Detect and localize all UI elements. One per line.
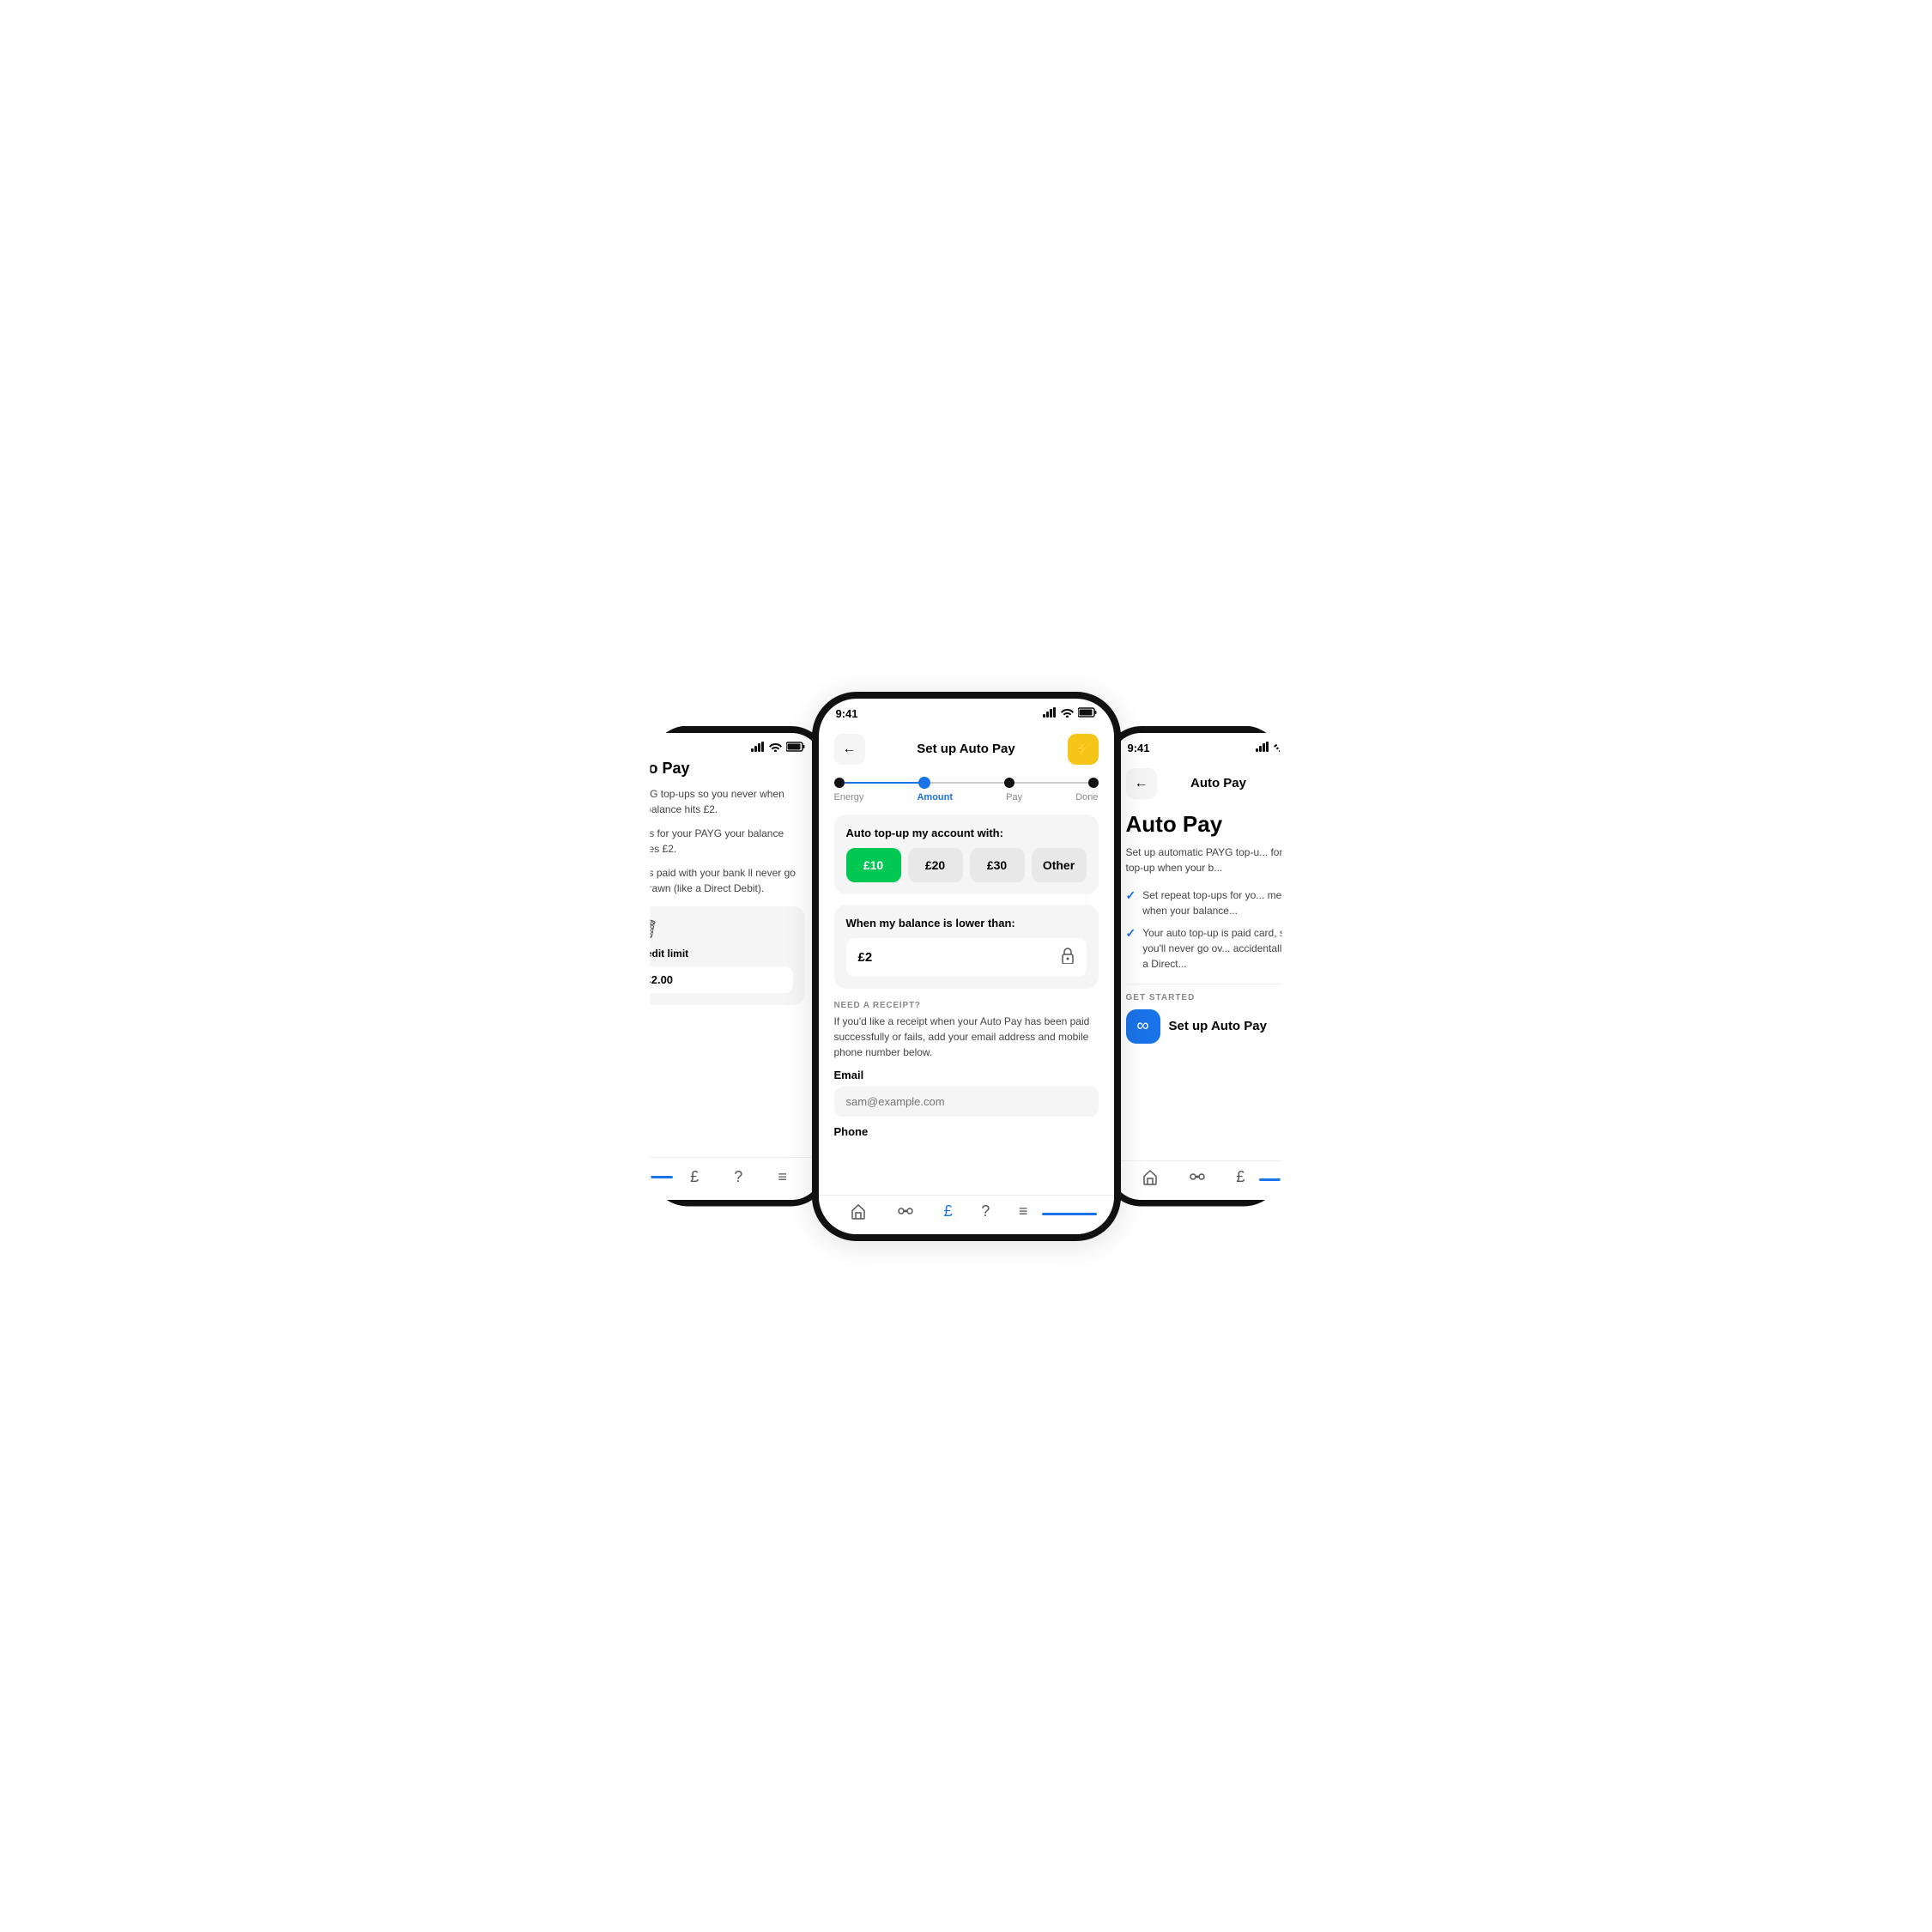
balance-title: When my balance is lower than:: [846, 917, 1087, 930]
credit-box: 🗑 Credit limit £2.00: [623, 906, 805, 1005]
setup-autopay-button[interactable]: ∞ Set up Auto Pay: [1126, 1009, 1311, 1044]
stepper: Energy Amount Pay Done: [834, 777, 1099, 802]
right-nav-title: Auto Pay: [1190, 776, 1246, 790]
email-input[interactable]: [834, 1087, 1099, 1117]
center-status-bar: 9:41: [819, 699, 1114, 725]
check-item-1: ✓ Set repeat top-ups for yo... meter whe…: [1126, 887, 1311, 918]
amount-options: £10 £20 £30 Other: [846, 848, 1087, 882]
center-battery-icon: [1078, 707, 1097, 720]
right-battery-icon: [1291, 742, 1310, 754]
step-pay-label: Pay: [1006, 792, 1022, 802]
center-status-icons: [1043, 707, 1097, 720]
left-text3: o-up is paid with your bank ll never go …: [623, 865, 805, 896]
auto-topup-title: Auto top-up my account with:: [846, 827, 1087, 839]
action-icon[interactable]: ⚡: [1068, 734, 1099, 765]
phone-left: Auto Pay c PAYG top-ups so you never whe…: [599, 726, 829, 1207]
right-time: 9:41: [1128, 742, 1150, 754]
scene: Auto Pay c PAYG top-ups so you never whe…: [512, 657, 1421, 1275]
receipt-section: NEED A RECEIPT? If you'd like a receipt …: [834, 1001, 1099, 1138]
left-text1: c PAYG top-ups so you never when your ba…: [623, 786, 805, 817]
right-signal-icon: [1256, 742, 1269, 754]
left-nav-payment[interactable]: £: [690, 1168, 699, 1186]
credit-value: £2.00: [635, 966, 793, 993]
email-label: Email: [834, 1069, 1099, 1081]
left-bottom-nav: £ ? ≡: [606, 1157, 822, 1200]
amount-30-button[interactable]: £30: [970, 848, 1025, 882]
right-status-icons: [1256, 742, 1310, 754]
center-bottom-nav: £ ? ≡: [819, 1195, 1114, 1234]
right-nav-payment[interactable]: £: [1236, 1168, 1245, 1186]
center-wifi-icon: [1061, 707, 1074, 720]
step-done-label: Done: [1075, 792, 1098, 802]
center-nav-help[interactable]: ?: [981, 1202, 990, 1220]
right-back-button[interactable]: ←: [1126, 768, 1157, 799]
trash-icon: 🗑: [635, 918, 793, 941]
balance-section: When my balance is lower than: £2: [834, 905, 1099, 989]
center-nav-payment[interactable]: £: [944, 1202, 953, 1220]
receipt-label: NEED A RECEIPT?: [834, 1001, 1099, 1010]
left-title: Auto Pay: [623, 760, 805, 778]
step-amount-label: Amount: [917, 792, 953, 802]
right-bottom-nav: £: [1111, 1160, 1327, 1200]
get-started-label: GET STARTED: [1126, 984, 1311, 1002]
right-description: Set up automatic PAYG top-u... forget to…: [1126, 845, 1311, 875]
center-nav-bar: ← Set up Auto Pay ⚡: [834, 725, 1099, 777]
right-page-title: Auto Pay: [1126, 811, 1311, 838]
check-text-2: Your auto top-up is paid card, so you'll…: [1142, 925, 1311, 972]
left-text2: op-ups for your PAYG your balance reache…: [623, 826, 805, 857]
back-button[interactable]: ←: [834, 734, 865, 765]
credit-label: Credit limit: [635, 948, 793, 960]
amount-10-button[interactable]: £10: [846, 848, 901, 882]
center-nav-title: Set up Auto Pay: [917, 742, 1014, 756]
check-text-1: Set repeat top-ups for yo... meter when …: [1142, 887, 1311, 918]
amount-20-button[interactable]: £20: [908, 848, 963, 882]
left-battery-icon: [786, 742, 805, 754]
infinity-icon: ∞: [1136, 1016, 1148, 1036]
checkmark-2: ✓: [1126, 926, 1136, 941]
center-time: 9:41: [836, 707, 858, 720]
receipt-description: If you'd like a receipt when your Auto P…: [834, 1014, 1099, 1060]
amount-other-button[interactable]: Other: [1032, 848, 1087, 882]
phone-center: 9:41 ← Set up Auto Pay ⚡: [812, 692, 1121, 1241]
center-nav-energy[interactable]: [896, 1203, 915, 1219]
right-nav-home[interactable]: [1142, 1168, 1159, 1185]
autopay-icon: ∞: [1126, 1009, 1160, 1044]
right-nav-energy[interactable]: [1188, 1169, 1207, 1184]
balance-input-row: £2: [846, 938, 1087, 977]
checkmark-1: ✓: [1126, 888, 1136, 903]
center-nav-menu[interactable]: ≡: [1019, 1202, 1028, 1220]
check-item-2: ✓ Your auto top-up is paid card, so you'…: [1126, 925, 1311, 972]
phone-label: Phone: [834, 1125, 1099, 1138]
left-wifi-icon: [769, 742, 782, 754]
right-status-bar: 9:41: [1111, 733, 1327, 760]
left-nav-help[interactable]: ?: [734, 1168, 742, 1186]
right-wifi-icon: [1274, 742, 1287, 754]
center-nav-home[interactable]: [850, 1202, 867, 1220]
setup-autopay-label: Set up Auto Pay: [1169, 1019, 1267, 1033]
auto-topup-section: Auto top-up my account with: £10 £20 £30…: [834, 815, 1099, 894]
left-status-icons: [751, 742, 805, 754]
step-energy-label: Energy: [834, 792, 864, 802]
left-status-bar: [606, 733, 822, 760]
left-signal-icon: [751, 742, 765, 754]
center-signal-icon: [1043, 707, 1057, 720]
balance-value: £2: [858, 950, 873, 965]
phone-right: 9:41 ← Auto Pay Auto Pay Set: [1104, 726, 1334, 1207]
lock-icon: [1061, 947, 1075, 968]
left-nav-menu[interactable]: ≡: [778, 1168, 787, 1186]
right-nav-bar: ← Auto Pay: [1126, 760, 1311, 811]
lightning-icon: ⚡: [1075, 741, 1092, 758]
